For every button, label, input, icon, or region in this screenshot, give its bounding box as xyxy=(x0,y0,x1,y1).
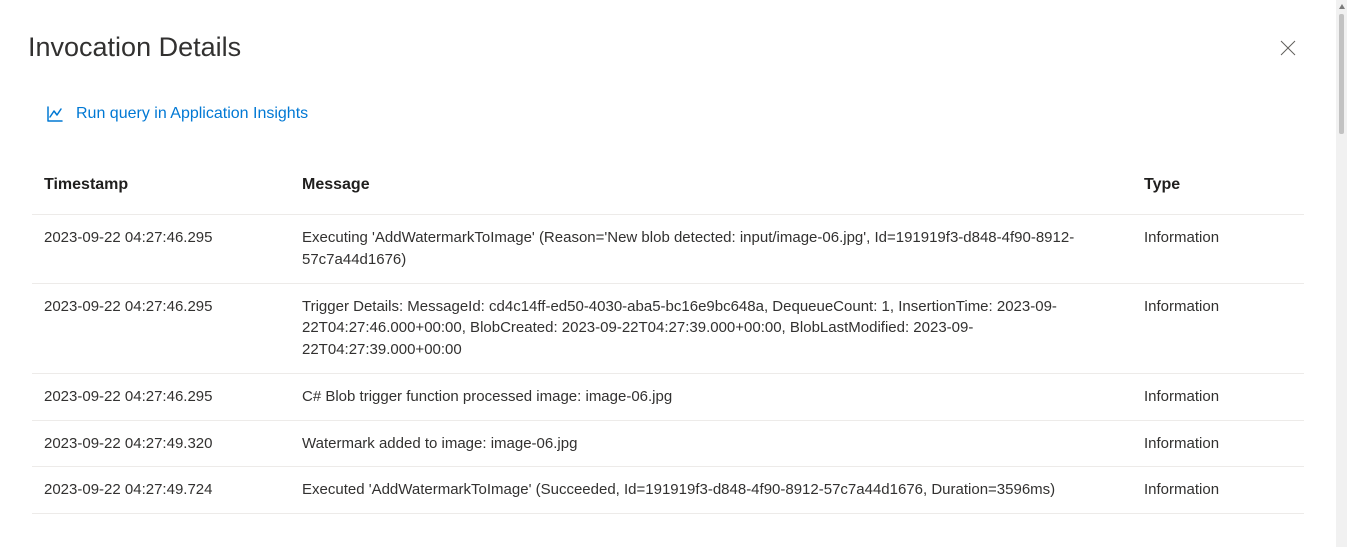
invocation-details-panel: Invocation Details Run query in Applicat… xyxy=(0,0,1336,514)
log-table: Timestamp Message Type 2023-09-22 04:27:… xyxy=(32,176,1304,514)
table-row: 2023-09-22 04:27:46.295 Executing 'AddWa… xyxy=(32,215,1304,284)
cell-type: Information xyxy=(1132,420,1304,467)
cell-timestamp: 2023-09-22 04:27:49.320 xyxy=(32,420,290,467)
table-header-row: Timestamp Message Type xyxy=(32,176,1304,215)
cell-type: Information xyxy=(1132,373,1304,420)
line-chart-icon xyxy=(46,105,64,123)
scrollbar-track[interactable] xyxy=(1336,0,1347,547)
table-row: 2023-09-22 04:27:49.724 Executed 'AddWat… xyxy=(32,467,1304,514)
cell-timestamp: 2023-09-22 04:27:46.295 xyxy=(32,283,290,373)
cell-timestamp: 2023-09-22 04:27:49.724 xyxy=(32,467,290,514)
close-icon xyxy=(1280,40,1296,56)
col-header-message[interactable]: Message xyxy=(290,176,1132,215)
cell-message: Executed 'AddWatermarkToImage' (Succeede… xyxy=(290,467,1132,514)
run-query-link-label: Run query in Application Insights xyxy=(76,105,308,123)
table-row: 2023-09-22 04:27:49.320 Watermark added … xyxy=(32,420,1304,467)
scrollbar-up-arrow-icon xyxy=(1339,4,1345,9)
cell-message: Watermark added to image: image-06.jpg xyxy=(290,420,1132,467)
table-row: 2023-09-22 04:27:46.295 Trigger Details:… xyxy=(32,283,1304,373)
col-header-type[interactable]: Type xyxy=(1132,176,1304,215)
cell-type: Information xyxy=(1132,467,1304,514)
cell-type: Information xyxy=(1132,215,1304,284)
page-title: Invocation Details xyxy=(28,32,241,63)
scrollbar-thumb[interactable] xyxy=(1339,14,1344,134)
cell-timestamp: 2023-09-22 04:27:46.295 xyxy=(32,373,290,420)
cell-type: Information xyxy=(1132,283,1304,373)
run-query-link[interactable]: Run query in Application Insights xyxy=(46,105,308,123)
cell-message: C# Blob trigger function processed image… xyxy=(290,373,1132,420)
cell-message: Trigger Details: MessageId: cd4c14ff-ed5… xyxy=(290,283,1132,373)
cell-timestamp: 2023-09-22 04:27:46.295 xyxy=(32,215,290,284)
table-row: 2023-09-22 04:27:46.295 C# Blob trigger … xyxy=(32,373,1304,420)
header-row: Invocation Details xyxy=(28,32,1308,63)
cell-message: Executing 'AddWatermarkToImage' (Reason=… xyxy=(290,215,1132,284)
col-header-timestamp[interactable]: Timestamp xyxy=(32,176,290,215)
close-button[interactable] xyxy=(1274,34,1302,62)
